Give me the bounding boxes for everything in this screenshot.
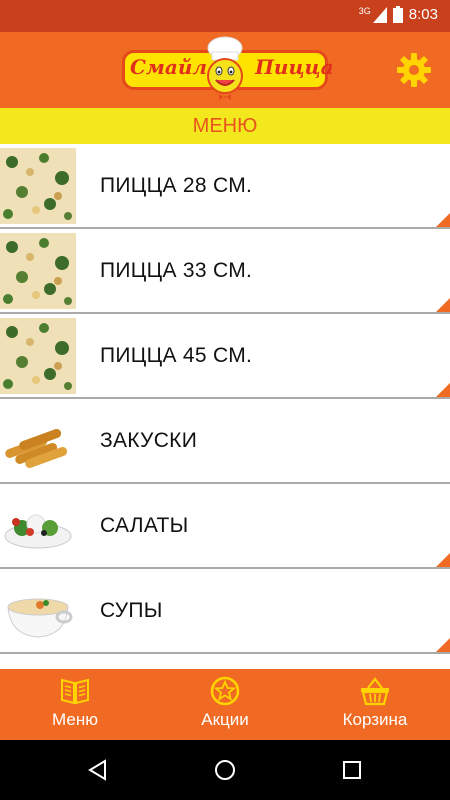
gear-icon[interactable] [396,52,432,88]
recents-icon[interactable] [340,758,364,782]
signal-icon [372,6,387,23]
menu-item-label: ПИЦЦА 45 СМ. [100,343,253,367]
soup-image [0,572,76,649]
menu-item-salads[interactable]: САЛАТЫ [0,484,450,569]
system-nav-bar [0,740,450,800]
tab-promotions[interactable]: Акции [150,669,300,740]
app-bar: Смайл Пицца [0,32,450,108]
logo: Смайл Пицца [120,36,334,106]
menu-item-snacks[interactable]: ЗАКУСКИ [0,399,450,484]
menu-title: МЕНЮ [0,108,450,144]
tab-label: Корзина [342,710,408,729]
menu-item-label: ЗАКУСКИ [100,428,198,452]
corner-marker [436,298,450,312]
book-icon [61,678,89,705]
battery-icon [392,6,403,23]
snacks-image [0,402,76,479]
pizza-image [0,147,76,224]
back-icon[interactable] [86,758,110,782]
pizza-image [0,232,76,309]
menu-item-pizza-33[interactable]: ПИЦЦА 33 СМ. [0,229,450,314]
salad-image [0,487,76,564]
menu-item-soups[interactable]: СУПЫ [0,569,450,654]
menu-item-label: СУПЫ [100,598,163,622]
tab-cart[interactable]: Корзина [300,669,450,740]
menu-item-pizza-45[interactable]: ПИЦЦА 45 СМ. [0,314,450,399]
bottom-tab-bar: Меню Акции Корзина [0,669,450,740]
tab-menu[interactable]: Меню [0,669,150,740]
network-type: 3G [358,5,371,16]
corner-marker [436,383,450,397]
menu-item-label: ПИЦЦА 28 СМ. [100,173,253,197]
corner-marker [436,213,450,227]
pizza-image [0,317,76,394]
tab-label: Акции [201,710,249,729]
clock: 8:03 [408,6,438,23]
tab-label: Меню [52,710,98,729]
logo-text-right: Пицца [255,55,334,79]
home-icon[interactable] [213,758,237,782]
status-bar: 3G 8:03 [0,0,450,32]
menu-item-label: САЛАТЫ [100,513,189,537]
star-badge-icon [210,676,240,706]
corner-marker [436,553,450,567]
menu-list[interactable]: ПИЦЦА 28 СМ. ПИЦЦА 33 СМ. ПИЦЦА 45 СМ. З… [0,144,450,669]
corner-marker [436,638,450,652]
chef-smiley-icon [207,36,243,100]
menu-item-label: ПИЦЦА 33 СМ. [100,258,253,282]
logo-text-left: Смайл [130,55,208,79]
menu-item-pizza-28[interactable]: ПИЦЦА 28 СМ. [0,144,450,229]
basket-icon [361,677,389,706]
